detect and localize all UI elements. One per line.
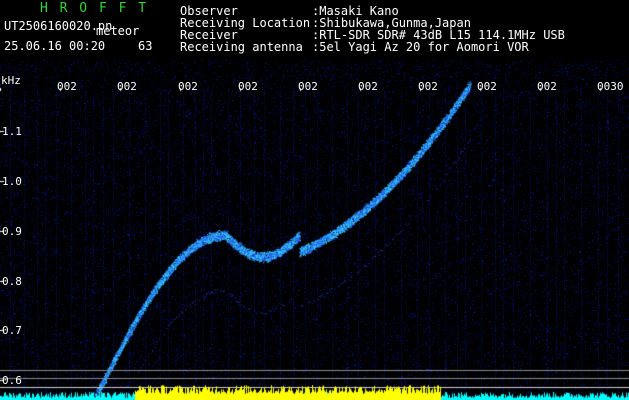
mode-label: meteor — [96, 24, 140, 38]
spectrogram-canvas — [0, 0, 629, 400]
time-label: 002 — [238, 80, 258, 93]
time-label: 002 — [418, 80, 438, 93]
date-time: 25.06.16 00:20 — [4, 39, 106, 53]
time-label: 002 — [358, 80, 378, 93]
axis-tick-1.0: 1.0 — [2, 175, 22, 188]
axis-tick-0.6: 0.6 — [2, 374, 22, 387]
time-label: 002 — [298, 80, 318, 93]
antenna-label: Receiving antenna — [180, 40, 303, 54]
axis-unit: kHz — [1, 74, 21, 87]
time-label: 002 — [57, 80, 77, 93]
time-label: 0030 — [597, 80, 624, 93]
axis-tick-1.1: 1.1 — [2, 125, 22, 138]
time-label: 002 — [537, 80, 557, 93]
spectrogram-window: H R O F F T UT2506160020.pn meteor 25.06… — [0, 0, 629, 400]
axis-tick-0.9: 0.9 — [2, 225, 22, 238]
time-label: 002 — [117, 80, 137, 93]
time-label: 002 — [477, 80, 497, 93]
axis-tick-0.7: 0.7 — [2, 324, 22, 337]
time-label: 002 — [178, 80, 198, 93]
app-title: H R O F F T — [40, 1, 149, 16]
antenna-value: :5el Yagi Az 20 for Aomori VOR — [312, 40, 529, 54]
axis-tick-0.8: 0.8 — [2, 275, 22, 288]
value-readout: 63 — [138, 39, 153, 53]
